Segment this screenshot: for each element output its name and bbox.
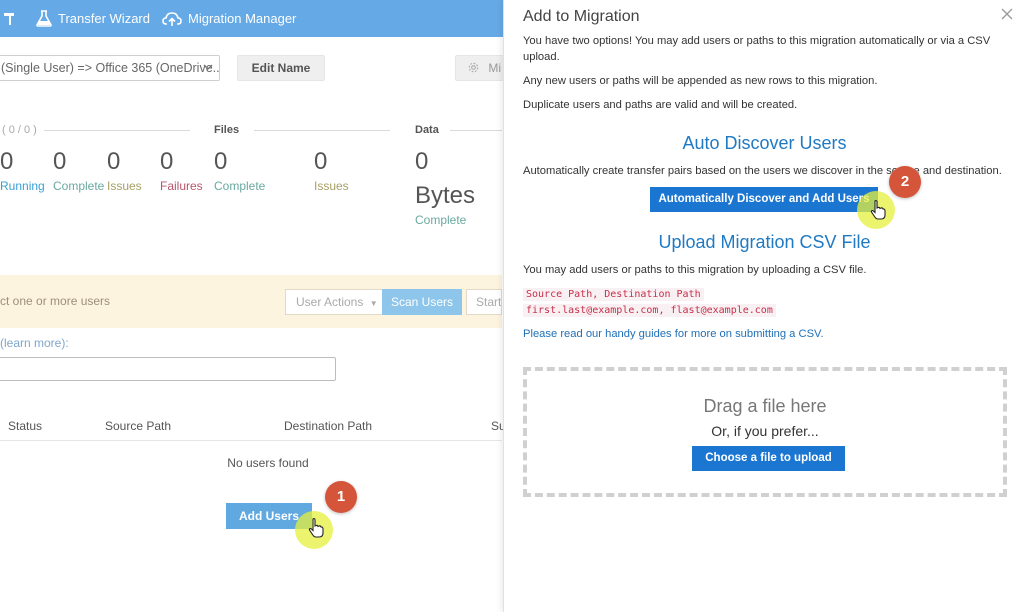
column-status[interactable]: Status — [8, 419, 42, 433]
gear-icon — [468, 62, 479, 73]
scan-users-button[interactable]: Scan Users — [382, 289, 462, 315]
step-badge-1: 1 — [325, 481, 357, 513]
empty-table-message: No users found — [227, 456, 309, 470]
edit-name-button[interactable]: Edit Name — [237, 55, 325, 81]
users-complete-count: 0 — [53, 148, 67, 175]
nav-migration-manager-label: Migration Manager — [188, 11, 297, 26]
start-button[interactable]: Start — [466, 289, 502, 315]
chevron-down-icon — [203, 64, 213, 70]
data-complete-label: Complete — [415, 213, 467, 227]
files-summary-header: Files — [214, 124, 240, 136]
files-issues-label: Issues — [314, 179, 349, 193]
step-badge-2: 2 — [889, 166, 921, 198]
column-destination-path[interactable]: Destination Path — [284, 419, 372, 433]
auto-discover-heading: Auto Discover Users — [682, 133, 847, 153]
csv-guides-link[interactable]: Please read our handy guides for more on… — [523, 328, 824, 340]
users-issues-label: Issues — [107, 179, 142, 193]
csv-example-header: Source Path, Destination Path — [523, 288, 704, 301]
users-complete-label: Complete — [53, 179, 105, 193]
users-summary-header: ( 0 / 0 ) — [2, 124, 37, 136]
caret-down-icon: ▼ — [369, 299, 378, 308]
append-note: Any new users or paths will be appended … — [523, 75, 878, 87]
user-actions-dropdown[interactable]: User Actions ▼ — [285, 289, 389, 315]
user-actions-label: User Actions — [296, 295, 364, 309]
data-complete-value: 0 — [415, 148, 429, 175]
auto-discover-button[interactable]: Automatically Discover and Add Users — [650, 187, 878, 212]
upload-csv-description: You may add users or paths to this migra… — [523, 264, 867, 276]
user-action-bar: ct one or more users User Actions ▼ Scan… — [0, 275, 502, 328]
user-filter-input[interactable] — [0, 357, 336, 381]
divider — [44, 130, 190, 131]
data-unit: Bytes — [415, 182, 476, 209]
nav-transfer-wizard-label: Transfer Wizard — [58, 11, 150, 26]
table-divider — [0, 440, 502, 441]
selection-hint: ct one or more users — [0, 294, 111, 308]
files-complete-count: 0 — [214, 148, 228, 175]
auto-discover-button-label: Automatically Discover and Add Users — [658, 193, 870, 205]
nav-migration-manager[interactable]: Migration Manager — [162, 0, 296, 37]
upload-csv-heading: Upload Migration CSV File — [658, 232, 871, 252]
data-summary-header: Data — [415, 124, 439, 136]
users-running-label: Running — [0, 179, 45, 193]
users-running-count: 0 — [0, 148, 14, 175]
start-label: Start — [476, 295, 502, 309]
duplicates-note: Duplicate users and paths are valid and … — [523, 99, 798, 111]
add-to-migration-panel: Add to Migration You have two options! Y… — [503, 0, 1024, 612]
auto-discover-description: Automatically create transfer pairs base… — [523, 165, 1002, 177]
divider — [254, 130, 390, 131]
users-failures-label: Failures — [160, 179, 203, 193]
users-failures-count: 0 — [160, 148, 174, 175]
choose-file-label: Choose a file to upload — [705, 452, 832, 464]
csv-example-row: first.last@example.com, flast@example.co… — [523, 304, 776, 317]
file-drop-zone[interactable]: Drag a file here Or, if you prefer... Ch… — [523, 367, 1007, 497]
users-issues-count: 0 — [107, 148, 121, 175]
tool-icon[interactable] — [4, 0, 22, 37]
edit-name-label: Edit Name — [251, 61, 311, 75]
migration-settings-label: Mi — [488, 61, 502, 75]
migration-select[interactable]: (Single User) => Office 365 (OneDrive... — [0, 55, 220, 81]
close-icon[interactable] — [1000, 7, 1014, 21]
nav-transfer-wizard[interactable]: Transfer Wizard — [36, 0, 150, 37]
choose-file-button[interactable]: Choose a file to upload — [692, 446, 845, 471]
drop-zone-title: Drag a file here — [703, 396, 827, 416]
scan-users-label: Scan Users — [390, 295, 454, 309]
column-source-path[interactable]: Source Path — [105, 419, 171, 433]
panel-title: Add to Migration — [523, 8, 640, 25]
files-complete-label: Complete — [214, 179, 266, 193]
flask-icon — [36, 10, 52, 27]
migration-select-value: (Single User) => Office 365 (OneDrive... — [1, 61, 220, 75]
cloud-upload-icon — [162, 11, 182, 26]
add-users-label: Add Users — [238, 509, 300, 523]
divider — [450, 130, 502, 131]
intro-text-line2: upload. — [523, 51, 560, 63]
files-issues-count: 0 — [314, 148, 328, 175]
hand-cursor-icon — [870, 200, 886, 220]
learn-more-link[interactable]: (learn more): — [0, 336, 69, 350]
drop-zone-subtitle: Or, if you prefer... — [711, 423, 819, 439]
intro-text-line1: You have two options! You may add users … — [523, 35, 991, 47]
hand-cursor-icon — [308, 518, 324, 538]
